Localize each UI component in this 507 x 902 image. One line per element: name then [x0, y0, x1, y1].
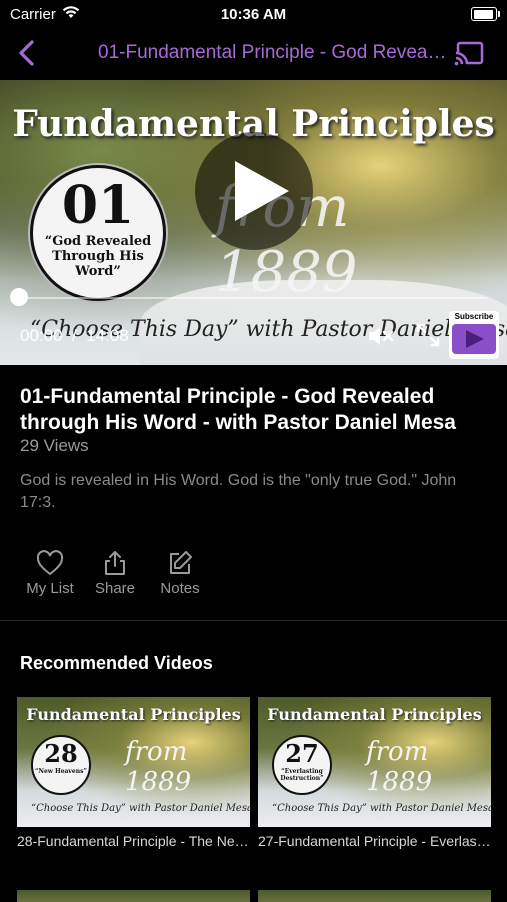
section-divider: [0, 620, 507, 621]
thumbnail-number: 28: [44, 739, 78, 768]
clock: 10:36 AM: [220, 6, 287, 23]
badge-number: 01: [61, 175, 135, 236]
progress-track[interactable]: [18, 297, 488, 299]
share-icon: [105, 551, 125, 575]
back-chevron-icon[interactable]: [12, 37, 42, 69]
recommended-video-card[interactable]: Fundamental Principles from 1889 28 “New…: [17, 697, 250, 849]
action-row: My List Share Notes: [0, 550, 507, 602]
notes-icon: [170, 551, 192, 574]
thumbnail-subtitle: “Everlasting Destruction”: [280, 768, 324, 782]
thumbnail-from-text: from 1889: [125, 737, 192, 797]
mute-icon[interactable]: [367, 324, 395, 348]
recommended-heading: Recommended Videos: [20, 653, 213, 673]
my-list-button[interactable]: My List: [24, 550, 76, 597]
thumbnail-tagline: “Choose This Day” with Pastor Daniel Mes…: [31, 803, 250, 814]
subscribe-play-icon: [452, 324, 496, 354]
recommended-video-card-next[interactable]: [258, 890, 491, 902]
heart-icon: [36, 550, 64, 576]
video-description: God is revealed in His Word. God is the …: [20, 472, 457, 511]
status-bar: Carrier 10:36 AM: [0, 0, 507, 30]
recommended-video-title[interactable]: 28-Fundamental Principle - The New Heave…: [17, 833, 250, 849]
notes-label: Notes: [160, 580, 200, 597]
thumbnail-from-text: from 1889: [366, 737, 433, 797]
video-thumbnail[interactable]: Fundamental Principles from 1889 28 “New…: [17, 697, 250, 827]
share-button[interactable]: Share: [92, 550, 138, 597]
recommended-video-title[interactable]: 27-Fundamental Principle - Everlasting D…: [258, 833, 491, 849]
badge-subtitle: “God Revealed Through His Word”: [44, 234, 152, 279]
video-title: 01-Fundamental Principle - God Revealed …: [20, 385, 456, 434]
my-list-label: My List: [26, 580, 74, 597]
thumbnail-subtitle: “New Heavens”: [35, 768, 87, 775]
cast-icon[interactable]: [453, 40, 485, 68]
video-thumbnail[interactable]: Fundamental Principles from 1889 27 “Eve…: [258, 697, 491, 827]
thumbnail-title: Fundamental Principles: [26, 705, 241, 724]
thumbnail-number: 27: [285, 739, 319, 768]
battery-icon: [471, 7, 500, 21]
navigation-bar: 01-Fundamental Principle - God Revealed …: [0, 30, 507, 78]
nav-title: 01-Fundamental Principle - God Revealed …: [98, 42, 448, 63]
video-player[interactable]: Fundamental Principles from 1889 01 “God…: [0, 80, 507, 365]
share-label: Share: [94, 580, 136, 597]
time-readout: 00:00 / 14:08: [20, 326, 129, 345]
subscribe-label: Subscribe: [454, 312, 494, 321]
episode-badge: 01 “God Revealed Through His Word”: [30, 165, 166, 301]
thumbnail-tagline: “Choose This Day” with Pastor Daniel Mes…: [272, 803, 491, 814]
thumbnail-badge: 28 “New Heavens”: [31, 735, 91, 795]
fullscreen-icon[interactable]: [415, 322, 441, 348]
thumbnail-badge: 27 “Everlasting Destruction”: [272, 735, 332, 795]
subscribe-watermark[interactable]: Subscribe: [449, 311, 499, 359]
thumbnail-title: Fundamental Principles: [267, 705, 482, 724]
play-button[interactable]: [195, 132, 313, 250]
recommended-video-card-next[interactable]: [17, 890, 250, 902]
view-count: 29 Views: [20, 436, 89, 455]
progress-knob[interactable]: [10, 288, 28, 306]
notes-button[interactable]: Notes: [157, 550, 203, 597]
recommended-video-card[interactable]: Fundamental Principles from 1889 27 “Eve…: [258, 697, 491, 849]
